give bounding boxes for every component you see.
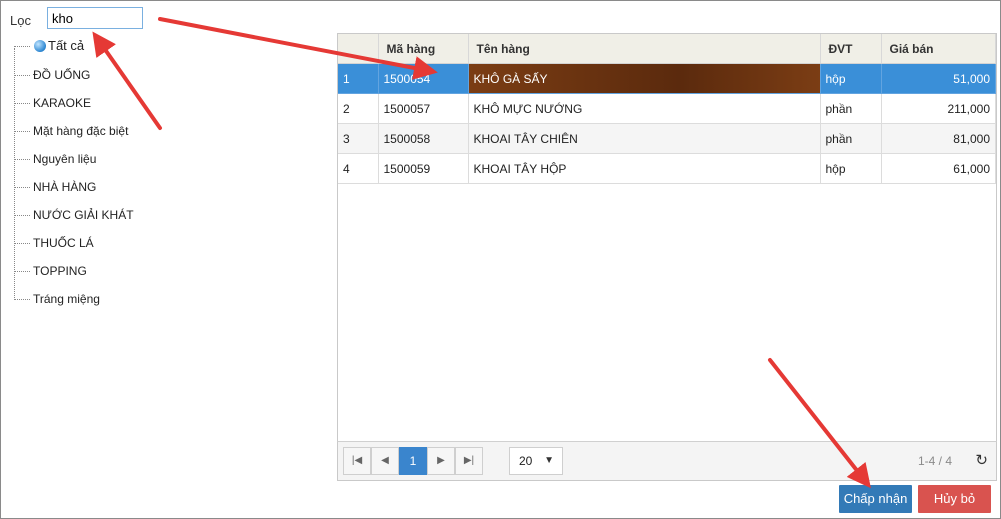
caret-down-icon: ▼ (544, 455, 554, 466)
tree-connector (14, 48, 15, 298)
globe-icon (34, 40, 46, 52)
page-button-current[interactable]: 1 (399, 447, 427, 475)
tree-item-label: Tất cả (48, 38, 85, 53)
tree-item-label: THUỐC LÁ (33, 236, 94, 250)
row-index: 2 (338, 93, 379, 124)
tree-item-label: ĐỒ UỐNG (33, 68, 91, 82)
tree-item-label: KARAOKE (33, 96, 92, 110)
items-table: Mã hàng Tên hàng ĐVT Giá bán 1 1500054 K… (338, 34, 996, 184)
row-name: KHOAI TÂY HỘP (468, 153, 821, 184)
filter-label: Lọc (10, 13, 31, 28)
col-header-price[interactable]: Giá bán (881, 34, 996, 64)
last-page-icon[interactable]: ▶| (455, 447, 483, 475)
tree-item-label: Tráng miệng (33, 292, 100, 306)
tree-item-label: Mặt hàng đặc biệt (33, 124, 129, 138)
table-row-selected[interactable]: 1 1500054 KHÔ GÀ SẤY hộp 51,000 (338, 63, 996, 94)
row-code: 1500057 (378, 93, 469, 124)
next-page-icon[interactable]: ▶ (427, 447, 455, 475)
tree-branch (14, 299, 30, 300)
col-header-name[interactable]: Tên hàng (468, 34, 821, 64)
table-row[interactable]: 3 1500058 KHOAI TÂY CHIÊN phần 81,000 (338, 123, 996, 154)
items-grid: Mã hàng Tên hàng ĐVT Giá bán 1 1500054 K… (337, 33, 997, 481)
tree-branch (14, 271, 30, 272)
filter-input[interactable] (47, 7, 143, 29)
row-name-text: KHÔ GÀ SẤY (473, 71, 548, 86)
row-price: 51,000 (881, 63, 996, 94)
row-code: 1500059 (378, 153, 469, 184)
table-row[interactable]: 4 1500059 KHOAI TÂY HỘP hộp 61,000 (338, 153, 996, 184)
tree-item-label: NƯỚC GIẢI KHÁT (33, 208, 134, 222)
row-code: 1500054 (378, 63, 469, 94)
row-unit: hộp (820, 63, 882, 94)
page-size-value: 20 (519, 454, 533, 468)
row-name: KHOAI TÂY CHIÊN (468, 123, 821, 154)
tree-item-label: Nguyên liệu (33, 152, 97, 166)
col-header-unit[interactable]: ĐVT (820, 34, 882, 64)
tree-branch (14, 103, 30, 104)
tree-branch (14, 46, 30, 47)
refresh-icon[interactable]: ↻ (975, 451, 988, 469)
table-row[interactable]: 2 1500057 KHÔ MỰC NƯỚNG phần 211,000 (338, 93, 996, 124)
tree-branch (14, 159, 30, 160)
row-index: 1 (338, 63, 379, 94)
row-unit: phần (820, 123, 882, 154)
row-price: 211,000 (881, 93, 996, 124)
first-page-icon[interactable]: |◀ (343, 447, 371, 475)
header-row: Mã hàng Tên hàng ĐVT Giá bán (338, 34, 996, 64)
tree-item-label: TOPPING (33, 264, 87, 278)
row-price: 61,000 (881, 153, 996, 184)
row-name: KHÔ GÀ SẤY (468, 63, 821, 94)
page-size-select[interactable]: 20 ▼ (509, 447, 563, 475)
tree-branch (14, 187, 30, 188)
tree-branch (14, 75, 30, 76)
row-index: 3 (338, 123, 379, 154)
pager: |◀ ◀ 1 ▶ ▶| 20 ▼ 1-4 / 4 ↻ (337, 441, 997, 481)
row-price: 81,000 (881, 123, 996, 154)
pager-info: 1-4 / 4 (917, 454, 952, 468)
tree-item-label: NHÀ HÀNG (33, 180, 97, 194)
row-unit: hộp (820, 153, 882, 184)
row-code: 1500058 (378, 123, 469, 154)
row-index: 4 (338, 153, 379, 184)
cancel-button[interactable]: Hủy bỏ (918, 485, 991, 513)
accept-button[interactable]: Chấp nhận (839, 485, 912, 513)
col-header-index (338, 34, 379, 64)
row-unit: phần (820, 93, 882, 124)
tree-branch (14, 243, 30, 244)
col-header-code[interactable]: Mã hàng (378, 34, 469, 64)
prev-page-icon[interactable]: ◀ (371, 447, 399, 475)
row-name: KHÔ MỰC NƯỚNG (468, 93, 821, 124)
tree-branch (14, 215, 30, 216)
tree-branch (14, 131, 30, 132)
